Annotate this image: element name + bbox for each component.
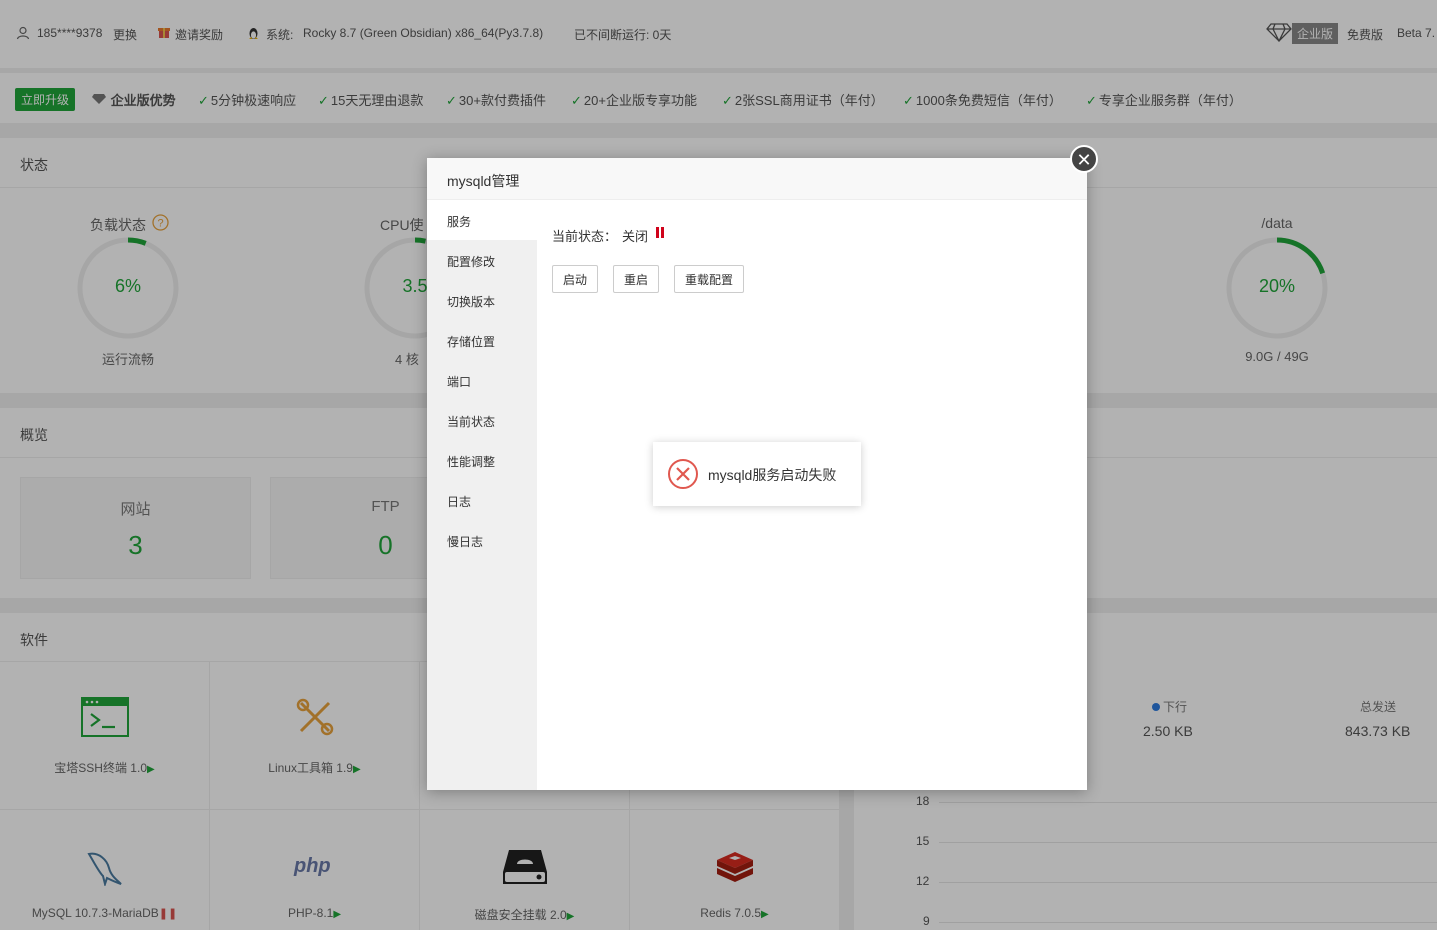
stopped-icon [655,226,665,242]
menu-performance[interactable]: 性能调整 [427,440,537,480]
menu-log[interactable]: 日志 [427,480,537,520]
menu-label: 存储位置 [447,335,496,349]
toast-message: mysqld服务启动失败 [708,467,837,483]
menu-label: 日志 [447,495,472,509]
menu-service[interactable]: 服务 [427,200,537,240]
dialog-sidebar: 服务 配置修改 切换版本 存储位置 端口 当前状态 性能调整 日志 慢日志 [427,200,537,790]
close-icon[interactable]: ✕ [1070,145,1098,173]
reload-config-button[interactable]: 重载配置 [674,265,745,293]
dialog-header: mysqld管理 [427,158,1087,200]
menu-storage-location[interactable]: 存储位置 [427,320,537,360]
menu-label: 配置修改 [447,255,496,269]
menu-label: 切换版本 [447,295,496,309]
menu-port[interactable]: 端口 [427,360,537,400]
dialog-title: mysqld管理 [447,173,520,189]
restart-button[interactable]: 重启 [613,265,660,293]
service-status-label: 当前状态： [552,229,618,244]
menu-label: 慢日志 [447,535,484,549]
service-status-value: 关闭 [622,229,649,244]
menu-config-edit[interactable]: 配置修改 [427,240,537,280]
error-icon [667,458,699,493]
error-toast: mysqld服务启动失败 [653,442,861,506]
start-button[interactable]: 启动 [552,265,599,293]
menu-label: 服务 [447,215,472,229]
menu-slow-log[interactable]: 慢日志 [427,520,537,560]
menu-switch-version[interactable]: 切换版本 [427,280,537,320]
menu-label: 当前状态 [447,415,496,429]
menu-current-status[interactable]: 当前状态 [427,400,537,440]
menu-label: 性能调整 [447,455,496,469]
menu-label: 端口 [447,375,472,389]
